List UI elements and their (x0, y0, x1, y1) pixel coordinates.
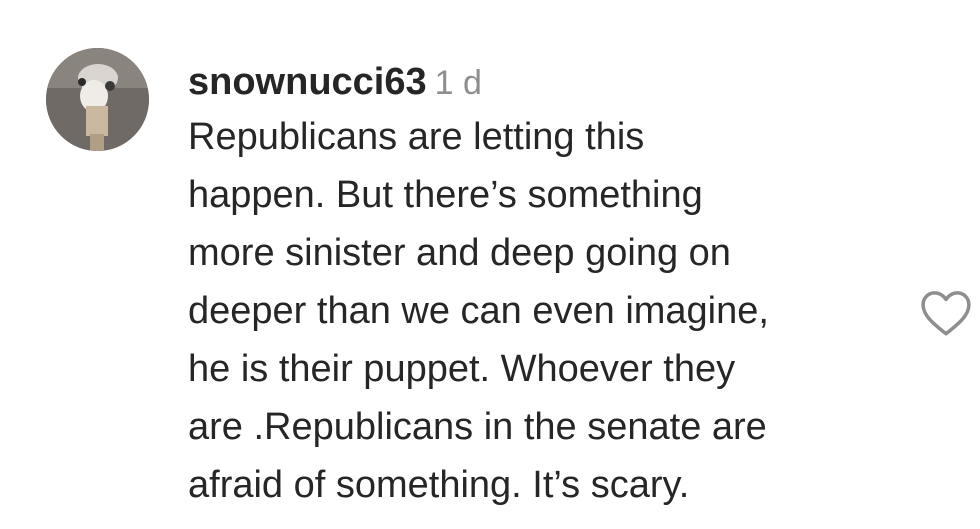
comment-text: Republicans are letting this happen. But… (188, 108, 908, 514)
avatar[interactable] (46, 48, 149, 151)
comment-meta: snownucci63 1 d (188, 58, 908, 106)
comment-body: snownucci63 1 d Republicans are letting t… (188, 58, 908, 514)
like-button[interactable] (918, 288, 974, 338)
comment-timestamp[interactable]: 1 d (435, 64, 482, 102)
comment-text-line: are .Republicans in the senate are (188, 406, 767, 448)
avatar-image (46, 48, 149, 151)
comment-text-line: he is their puppet. Whoever they (188, 348, 736, 390)
comment-username[interactable]: snownucci63 (188, 61, 427, 103)
comment-text-line: more sinister and deep going on (188, 232, 731, 274)
comment-text-line: afraid of something. It’s scary. (188, 464, 690, 506)
comment-text-line: Republicans are letting this (188, 116, 645, 158)
comment: snownucci63 1 d Republicans are letting t… (0, 0, 980, 529)
heart-outline-icon (921, 291, 971, 336)
comment-text-line: happen. But there’s something (188, 174, 703, 216)
comment-text-line: deeper than we can even imagine, (188, 290, 769, 332)
